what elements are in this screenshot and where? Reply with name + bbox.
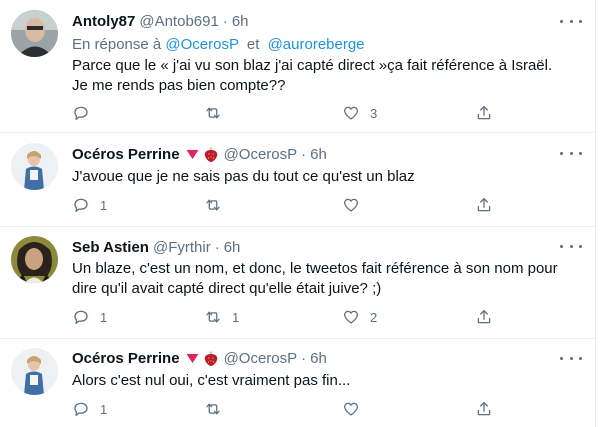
reply-icon [74, 310, 88, 325]
display-name[interactable]: Seb Astien [72, 239, 149, 256]
retweet-icon [206, 403, 220, 415]
reply-button[interactable] [72, 103, 100, 123]
avatar-oceros-perrine[interactable] [11, 348, 58, 395]
name-emoji [186, 145, 220, 163]
timestamp[interactable]: 6h [224, 239, 241, 256]
like-button[interactable]: 2 [342, 307, 377, 327]
tweet-header: Océros Perrine @OcerosP · 6h [72, 348, 327, 368]
tweet-text: J'avoue que je ne sais pas du tout ce qu… [72, 168, 415, 185]
timestamp[interactable]: 6h [310, 350, 327, 367]
tweet-actions: 1 [72, 195, 502, 215]
heart-icon [343, 198, 359, 212]
more-options-icon[interactable] [560, 351, 582, 365]
timestamp[interactable]: 6h [232, 13, 249, 30]
like-button[interactable]: 3 [342, 103, 377, 123]
tweet-text: Alors c'est nul oui, c'est vraiment pas … [72, 372, 351, 389]
reply-button[interactable]: 1 [72, 399, 107, 419]
retweet-button[interactable] [204, 399, 232, 419]
retweet-icon [206, 107, 220, 119]
reply-icon [74, 198, 88, 213]
name-emoji [186, 349, 220, 367]
tweet-actions: 1 [72, 399, 502, 419]
share-icon [477, 401, 491, 416]
reply-and: et [246, 36, 260, 53]
timestamp[interactable]: 6h [310, 146, 327, 163]
retweet-button[interactable] [204, 103, 232, 123]
reply-count: 1 [100, 401, 108, 417]
tweet-header: Seb Astien @Fyrthir · 6h [72, 237, 240, 257]
more-options-icon[interactable] [560, 146, 582, 160]
heart-icon [343, 106, 359, 120]
tweet-actions: 1 1 2 [72, 307, 502, 327]
retweet-icon [206, 311, 220, 323]
strawberry-icon [204, 350, 217, 366]
tweet-text: Un blaze, c'est un nom, et donc, le twee… [72, 260, 558, 297]
strawberry-icon [204, 146, 217, 162]
heart-icon [343, 402, 359, 416]
reply-button[interactable]: 1 [72, 307, 107, 327]
user-handle[interactable]: @Fyrthir [153, 239, 211, 256]
reply-mention-auroreberge[interactable]: @auroreberge [268, 36, 365, 53]
reply-count: 1 [100, 197, 108, 213]
like-count: 3 [370, 105, 378, 121]
tweet-text: Parce que le « j'ai vu son blaz j'ai cap… [72, 57, 553, 94]
tweet-header: Océros Perrine @OcerosP · 6h [72, 144, 327, 164]
tweet-divider [0, 132, 595, 133]
red-triangle-down-icon [186, 149, 199, 159]
tweet-actions: 3 [72, 103, 502, 123]
share-icon [477, 197, 491, 212]
reply-mention-oceros[interactable]: @OcerosP [165, 36, 238, 53]
like-count: 2 [370, 309, 378, 325]
avatar-antoly87[interactable] [11, 10, 58, 57]
share-icon [477, 105, 491, 120]
tweet-divider [0, 338, 595, 339]
share-button[interactable] [475, 195, 493, 215]
reply-context: En réponse à @OcerosP et @auroreberge [72, 36, 365, 53]
more-options-icon[interactable] [560, 239, 582, 253]
share-button[interactable] [475, 307, 493, 327]
retweet-icon [206, 199, 220, 211]
user-handle[interactable]: @OcerosP [224, 146, 298, 163]
reply-icon [74, 402, 88, 417]
separator: · [301, 349, 307, 367]
reply-button[interactable]: 1 [72, 195, 107, 215]
separator: · [214, 238, 220, 256]
like-button[interactable] [342, 195, 370, 215]
tweet-divider [0, 226, 595, 227]
reply-count: 1 [100, 309, 108, 325]
user-handle[interactable]: @Antob691 [139, 13, 218, 30]
share-button[interactable] [475, 399, 493, 419]
display-name[interactable]: Océros Perrine [72, 146, 180, 163]
avatar-oceros-perrine[interactable] [11, 143, 58, 190]
separator: · [222, 12, 228, 30]
avatar-seb-astien[interactable] [11, 236, 58, 283]
more-options-icon[interactable] [560, 14, 582, 28]
retweet-count: 1 [232, 309, 240, 325]
reply-prefix: En réponse à [72, 36, 162, 53]
red-triangle-down-icon [186, 353, 199, 363]
timeline-border [595, 0, 596, 427]
user-handle[interactable]: @OcerosP [224, 350, 298, 367]
reply-icon [74, 106, 88, 121]
share-button[interactable] [475, 103, 493, 123]
retweet-button[interactable] [204, 195, 232, 215]
like-button[interactable] [342, 399, 370, 419]
retweet-button[interactable]: 1 [204, 307, 239, 327]
heart-icon [343, 310, 359, 324]
share-icon [477, 309, 491, 324]
separator: · [301, 145, 307, 163]
display-name[interactable]: Antoly87 [72, 13, 135, 30]
tweet-header: Antoly87 @Antob691 · 6h [72, 11, 249, 31]
display-name[interactable]: Océros Perrine [72, 350, 180, 367]
